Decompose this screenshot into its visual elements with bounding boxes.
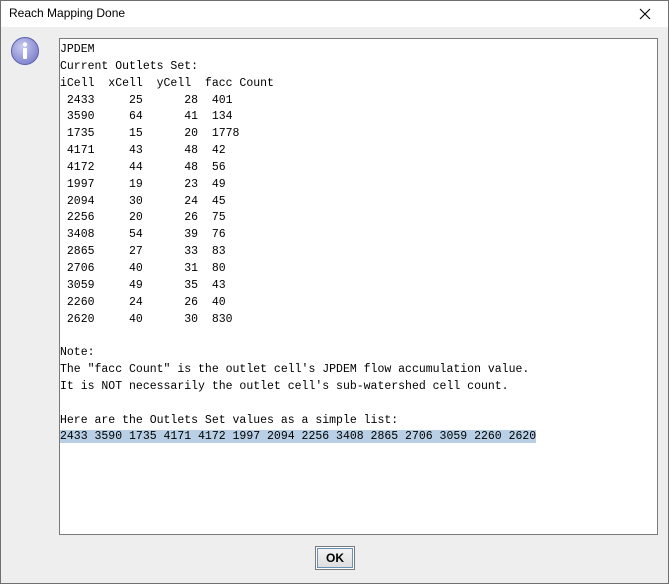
- table-row: 1997 19 23 49: [60, 177, 657, 194]
- note-line: Note:: [60, 346, 95, 360]
- cell-facc: 830: [198, 312, 233, 326]
- cell-ycell: 41: [142, 110, 199, 124]
- window-title: Reach Mapping Done: [9, 6, 126, 20]
- cell-facc: 83: [198, 245, 226, 259]
- cell-xcell: 54: [94, 228, 143, 242]
- cell-xcell: 20: [94, 211, 143, 225]
- cell-icell: 2706: [60, 261, 95, 275]
- table-header: iCell xCell yCell facc Count: [60, 76, 274, 90]
- cell-icell: 3059: [60, 278, 95, 292]
- cell-ycell: 26: [142, 295, 199, 309]
- table-row: 3059 49 35 43: [60, 278, 657, 295]
- cell-icell: 1997: [60, 177, 95, 191]
- cell-xcell: 40: [94, 312, 143, 326]
- cell-ycell: 30: [142, 312, 199, 326]
- cell-icell: 2620: [60, 312, 95, 326]
- cell-icell: 1735: [60, 127, 95, 141]
- cell-ycell: 35: [142, 278, 199, 292]
- cell-facc: 134: [198, 110, 233, 124]
- cell-facc: 45: [198, 194, 226, 208]
- table-row: 2706 40 31 80: [60, 261, 657, 278]
- cell-icell: 2094: [60, 194, 95, 208]
- cell-icell: 2865: [60, 245, 95, 259]
- cell-ycell: 20: [142, 127, 199, 141]
- cell-icell: 3408: [60, 228, 95, 242]
- cell-ycell: 48: [142, 160, 199, 174]
- cell-facc: 76: [198, 228, 226, 242]
- cell-xcell: 19: [94, 177, 143, 191]
- message-line: Current Outlets Set:: [60, 59, 199, 73]
- note-line: It is NOT necessarily the outlet cell's …: [60, 379, 509, 393]
- title-bar[interactable]: Reach Mapping Done: [1, 1, 668, 27]
- message-line: JPDEM: [60, 43, 95, 56]
- cell-facc: 401: [198, 93, 233, 107]
- cell-xcell: 40: [94, 261, 143, 275]
- outlet-list-selection: 2433 3590 1735 4171 4172 1997 2094 2256 …: [60, 430, 537, 444]
- cell-xcell: 64: [94, 110, 143, 124]
- table-row: 4172 44 48 56: [60, 160, 657, 177]
- cell-facc: 43: [198, 278, 226, 292]
- cell-icell: 2260: [60, 295, 95, 309]
- cell-facc: 80: [198, 261, 226, 275]
- dialog-window: Reach Mapping Done JPDEM Current Outlets …: [0, 0, 669, 584]
- cell-xcell: 30: [94, 194, 143, 208]
- cell-icell: 2256: [60, 211, 95, 225]
- table-row: 2865 27 33 83: [60, 244, 657, 261]
- cell-ycell: 23: [142, 177, 199, 191]
- cell-ycell: 39: [142, 228, 199, 242]
- cell-ycell: 48: [142, 144, 199, 158]
- cell-facc: 40: [198, 295, 226, 309]
- info-icon: [11, 37, 39, 65]
- cell-ycell: 26: [142, 211, 199, 225]
- cell-ycell: 24: [142, 194, 199, 208]
- cell-facc: 75: [198, 211, 226, 225]
- table-row: 3590 64 41 134: [60, 109, 657, 126]
- cell-facc: 56: [198, 160, 226, 174]
- cell-facc: 42: [198, 144, 226, 158]
- table-row: 3408 54 39 76: [60, 227, 657, 244]
- cell-icell: 4171: [60, 144, 95, 158]
- cell-xcell: 25: [94, 93, 143, 107]
- cell-icell: 3590: [60, 110, 95, 124]
- cell-icell: 4172: [60, 160, 95, 174]
- list-intro: Here are the Outlets Set values as a sim…: [60, 413, 399, 427]
- message-text-area[interactable]: JPDEM Current Outlets Set: iCell xCell yCe…: [59, 38, 658, 535]
- cell-xcell: 43: [94, 144, 143, 158]
- ok-button[interactable]: OK: [315, 546, 355, 570]
- note-line: The "facc Count" is the outlet cell's JP…: [60, 363, 530, 377]
- cell-xcell: 15: [94, 127, 143, 141]
- table-row: 2094 30 24 45: [60, 194, 657, 211]
- cell-xcell: 49: [94, 278, 143, 292]
- cell-ycell: 28: [142, 93, 199, 107]
- table-row: 2256 20 26 75: [60, 210, 657, 227]
- table-row: 2433 25 28 401: [60, 93, 657, 110]
- cell-icell: 2433: [60, 93, 95, 107]
- cell-xcell: 27: [94, 245, 143, 259]
- cell-facc: 49: [198, 177, 226, 191]
- cell-ycell: 31: [142, 261, 199, 275]
- cell-ycell: 33: [142, 245, 199, 259]
- close-button[interactable]: [622, 1, 668, 27]
- cell-facc: 1778: [198, 127, 240, 141]
- table-row: 2260 24 26 40: [60, 295, 657, 312]
- table-row: 1735 15 20 1778: [60, 126, 657, 143]
- cell-xcell: 44: [94, 160, 143, 174]
- table-row: 4171 43 48 42: [60, 143, 657, 160]
- cell-xcell: 24: [94, 295, 143, 309]
- close-icon: [639, 8, 651, 20]
- table-row: 2620 40 30 830: [60, 312, 657, 329]
